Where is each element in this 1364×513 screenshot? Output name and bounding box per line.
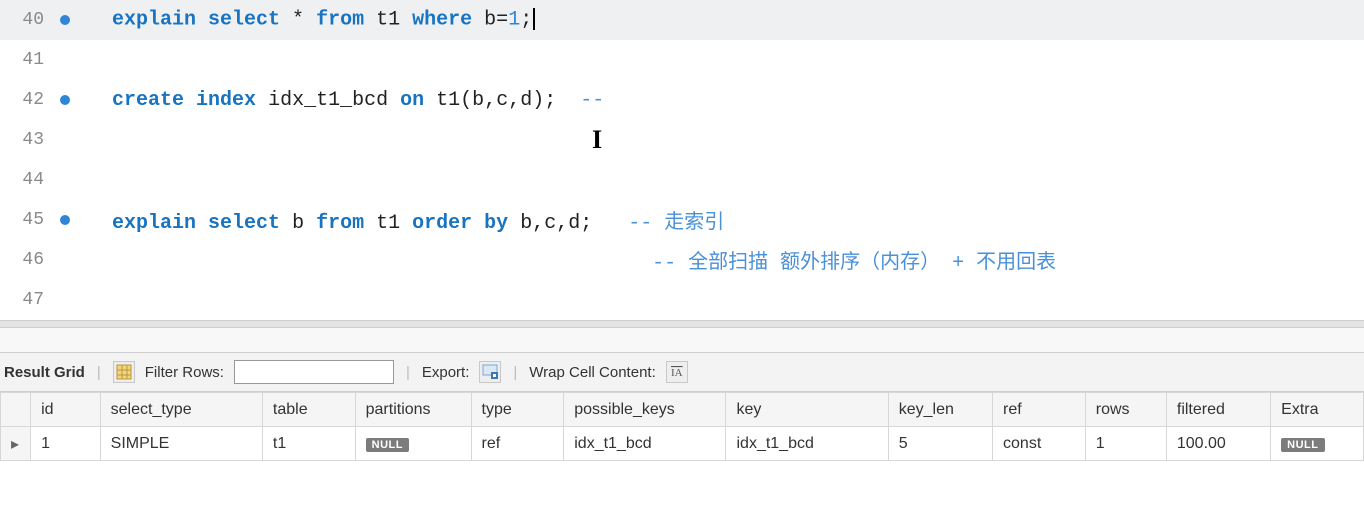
- editor-line[interactable]: 41: [0, 40, 1364, 80]
- column-header[interactable]: key: [726, 393, 888, 427]
- table-cell[interactable]: 5: [888, 427, 992, 461]
- line-number: 40: [0, 10, 50, 30]
- column-header[interactable]: select_type: [100, 393, 262, 427]
- statement-marker: [50, 15, 80, 25]
- null-badge: NULL: [366, 438, 409, 452]
- wrap-cell-label: Wrap Cell Content:: [529, 364, 655, 381]
- row-header-blank: [1, 393, 31, 427]
- table-row[interactable]: ▸1SIMPLEt1NULLrefidx_t1_bcdidx_t1_bcd5co…: [1, 427, 1364, 461]
- column-header[interactable]: rows: [1085, 393, 1166, 427]
- code-text[interactable]: -- 全部扫描 额外排序（内存） + 不用回表: [80, 245, 1056, 275]
- table-cell[interactable]: SIMPLE: [100, 427, 262, 461]
- statement-marker: [50, 95, 80, 105]
- null-badge: NULL: [1281, 438, 1324, 452]
- ibeam-cursor-icon: I: [592, 125, 602, 154]
- line-number: 44: [0, 170, 50, 190]
- column-header[interactable]: ref: [993, 393, 1086, 427]
- table-header-row: idselect_typetablepartitionstypepossible…: [1, 393, 1364, 427]
- code-text[interactable]: I: [80, 125, 602, 155]
- table-cell[interactable]: const: [993, 427, 1086, 461]
- table-cell[interactable]: idx_t1_bcd: [726, 427, 888, 461]
- column-header[interactable]: type: [471, 393, 564, 427]
- editor-line[interactable]: 45 explain select b from t1 order by b,c,…: [0, 200, 1364, 240]
- table-cell[interactable]: NULL: [1271, 427, 1364, 461]
- column-header[interactable]: partitions: [355, 393, 471, 427]
- column-header[interactable]: filtered: [1166, 393, 1270, 427]
- result-toolbar: Result Grid | Filter Rows: | Export: | W…: [0, 352, 1364, 392]
- column-header[interactable]: Extra: [1271, 393, 1364, 427]
- export-icon[interactable]: [479, 361, 501, 383]
- line-number: 43: [0, 130, 50, 150]
- editor-line[interactable]: 47: [0, 280, 1364, 320]
- line-number: 46: [0, 250, 50, 270]
- sql-editor[interactable]: 40 explain select * from t1 where b=1; 41 4…: [0, 0, 1364, 320]
- column-header[interactable]: possible_keys: [564, 393, 726, 427]
- row-marker: ▸: [1, 427, 31, 461]
- text-caret: [533, 8, 535, 30]
- code-text[interactable]: explain select * from t1 where b=1;: [80, 8, 535, 31]
- code-text[interactable]: create index idx_t1_bcd on t1(b,c,d); --: [80, 89, 604, 112]
- table-cell[interactable]: 1: [1085, 427, 1166, 461]
- svg-text:IA: IA: [671, 367, 683, 379]
- editor-line[interactable]: 46 -- 全部扫描 额外排序（内存） + 不用回表: [0, 240, 1364, 280]
- table-cell[interactable]: idx_t1_bcd: [564, 427, 726, 461]
- column-header[interactable]: table: [262, 393, 355, 427]
- filter-rows-input[interactable]: [234, 360, 394, 384]
- column-header[interactable]: key_len: [888, 393, 992, 427]
- line-number: 47: [0, 290, 50, 310]
- column-header[interactable]: id: [31, 393, 101, 427]
- editor-line[interactable]: 40 explain select * from t1 where b=1;: [0, 0, 1364, 40]
- filter-rows-label: Filter Rows:: [145, 364, 224, 381]
- line-number: 42: [0, 90, 50, 110]
- result-grid-label: Result Grid: [4, 364, 85, 381]
- spacer: [0, 328, 1364, 352]
- line-number: 45: [0, 210, 50, 230]
- export-label: Export:: [422, 364, 470, 381]
- code-text[interactable]: explain select b from t1 order by b,c,d;…: [80, 205, 724, 235]
- wrap-cell-icon[interactable]: IA: [666, 361, 688, 383]
- table-cell[interactable]: t1: [262, 427, 355, 461]
- editor-line[interactable]: 43 I: [0, 120, 1364, 160]
- table-cell[interactable]: NULL: [355, 427, 471, 461]
- table-cell[interactable]: 100.00: [1166, 427, 1270, 461]
- panel-divider[interactable]: [0, 320, 1364, 328]
- table-cell[interactable]: ref: [471, 427, 564, 461]
- table-cell[interactable]: 1: [31, 427, 101, 461]
- editor-line[interactable]: 44: [0, 160, 1364, 200]
- editor-line[interactable]: 42 create index idx_t1_bcd on t1(b,c,d); …: [0, 80, 1364, 120]
- line-number: 41: [0, 50, 50, 70]
- grid-view-icon[interactable]: [113, 361, 135, 383]
- result-grid-table[interactable]: idselect_typetablepartitionstypepossible…: [0, 392, 1364, 461]
- statement-marker: [50, 215, 80, 225]
